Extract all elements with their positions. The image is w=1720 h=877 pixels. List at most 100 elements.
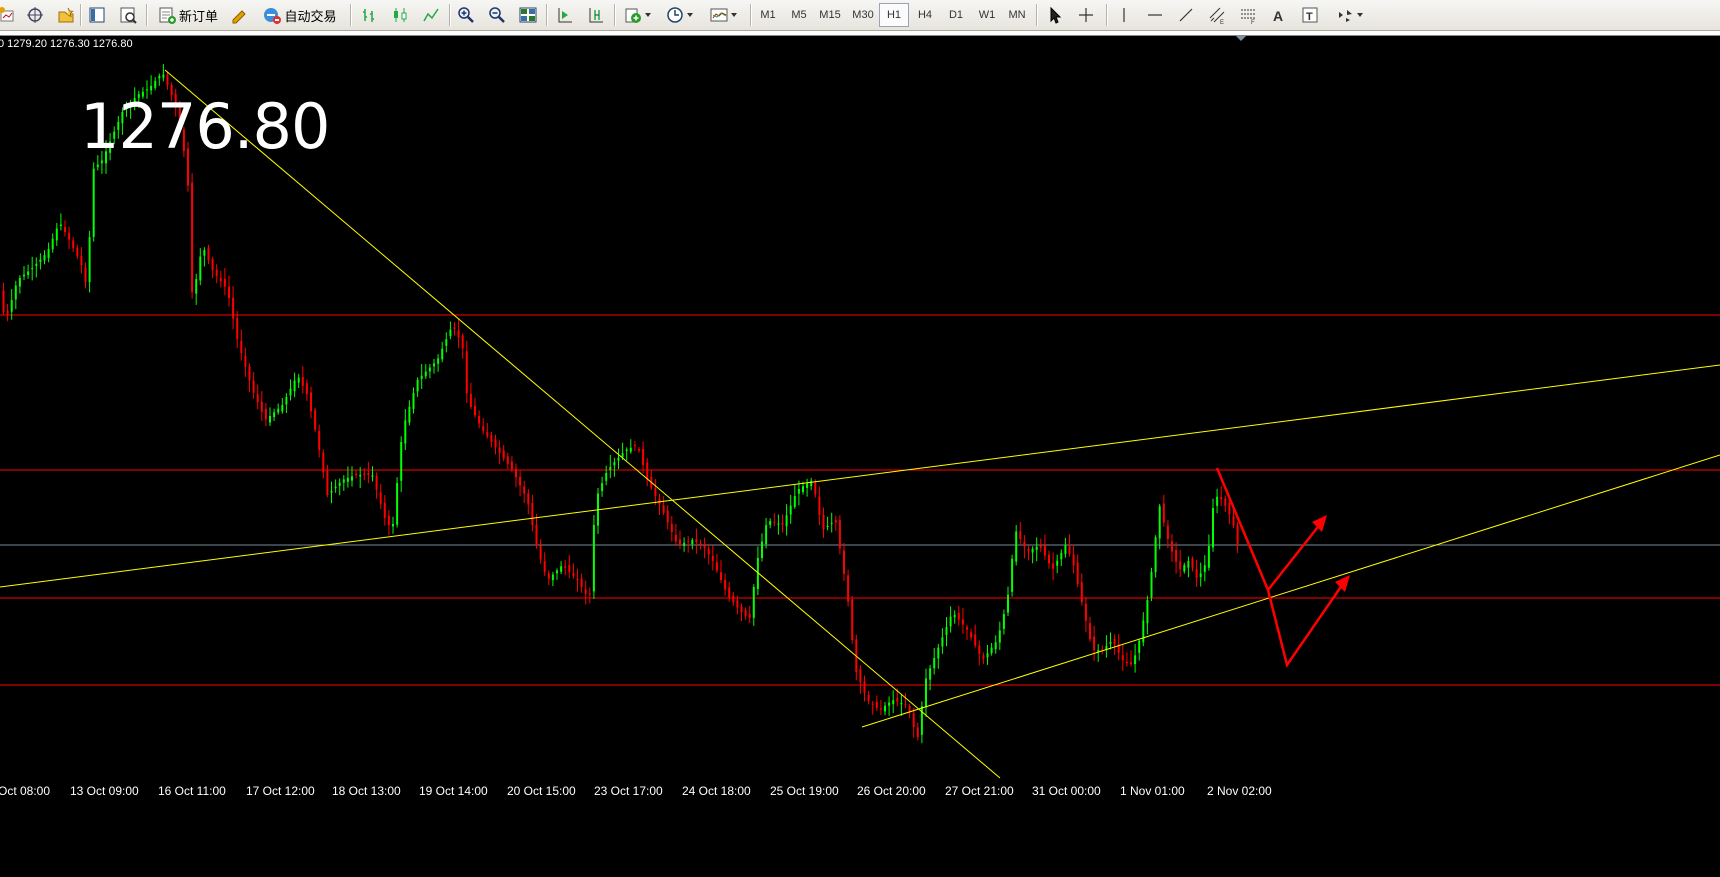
candle-body <box>1191 558 1194 568</box>
candle-body <box>478 415 481 424</box>
candle-body <box>449 329 452 337</box>
crosshair-icon[interactable] <box>1073 3 1099 27</box>
svg-text:A: A <box>1273 8 1283 24</box>
chart-shift-icon[interactable] <box>583 3 609 27</box>
candlestick-icon[interactable] <box>387 3 413 27</box>
candle-body <box>752 587 755 618</box>
candle-body <box>543 561 546 572</box>
candle-body <box>1043 545 1046 556</box>
candle-body <box>1228 502 1231 514</box>
zoom-in-icon[interactable] <box>453 3 479 27</box>
timeframe-m15-button[interactable]: M15 <box>815 3 845 27</box>
zoom-out-icon[interactable] <box>484 3 510 27</box>
line-chart-icon[interactable] <box>418 3 444 27</box>
ohlc-readout: 0 1279.20 1276.30 1276.80 <box>0 38 133 50</box>
text-icon[interactable]: A <box>1266 3 1292 27</box>
timeframe-h1-button[interactable]: H1 <box>879 3 909 27</box>
new-order-button[interactable]: 新订单 <box>152 3 224 27</box>
timeframe-m30-button[interactable]: M30 <box>848 3 878 27</box>
horizontal-line-icon[interactable] <box>1142 3 1168 27</box>
candle-body <box>601 483 604 492</box>
candle-body <box>736 600 739 608</box>
timeframe-h4-button[interactable]: H4 <box>910 3 940 27</box>
candle-body <box>929 668 932 680</box>
new-chart-icon[interactable] <box>0 3 20 27</box>
timeframe-m1-button[interactable]: M1 <box>753 3 783 27</box>
templates-icon[interactable] <box>704 3 744 27</box>
periods-icon[interactable] <box>662 3 698 27</box>
timeframe-d1-button[interactable]: D1 <box>941 3 971 27</box>
auto-trading-button[interactable]: 自动交易 <box>256 3 344 27</box>
candle-body <box>437 358 440 364</box>
candle-body <box>342 479 345 483</box>
arrows-icon[interactable] <box>1330 3 1370 27</box>
candle-body <box>564 566 567 568</box>
time-axis-label: 18 Oct 13:00 <box>332 784 401 798</box>
candle-body <box>769 520 772 526</box>
candle-body <box>875 701 878 708</box>
candle-body <box>1052 563 1055 569</box>
candle-body <box>260 401 263 412</box>
indicators-icon[interactable] <box>620 3 656 27</box>
candle-body <box>1089 623 1091 640</box>
candle-body <box>371 475 374 477</box>
candle-body <box>941 637 944 647</box>
timeframe-w1-button[interactable]: W1 <box>972 3 1002 27</box>
candle-body <box>1171 541 1173 552</box>
candle-body <box>482 426 485 432</box>
candle-body <box>822 514 825 530</box>
navigator-icon[interactable] <box>84 3 110 27</box>
candle-body <box>445 339 448 346</box>
candle-body <box>949 616 952 627</box>
candle-body <box>199 256 202 281</box>
candle-body <box>633 444 636 447</box>
profiles-icon[interactable] <box>53 3 79 27</box>
vertical-line-icon[interactable] <box>1111 3 1137 27</box>
bar-chart-icon[interactable] <box>356 3 382 27</box>
candle-body <box>744 610 747 617</box>
candle-body <box>551 574 554 581</box>
candle-body <box>387 515 390 525</box>
candle-body <box>355 473 358 475</box>
fibonacci-icon[interactable]: F <box>1235 3 1261 27</box>
candle-body <box>638 449 640 451</box>
candle-body <box>515 468 517 478</box>
timeframe-mn-button[interactable]: MN <box>1002 3 1032 27</box>
cursor-icon[interactable] <box>1042 3 1068 27</box>
candle-body <box>642 448 645 465</box>
tile-windows-icon[interactable] <box>515 3 541 27</box>
trendline-icon[interactable] <box>1173 3 1199 27</box>
new-order-label: 新订单 <box>178 9 218 25</box>
autoscroll-icon[interactable] <box>552 3 578 27</box>
candle-body <box>223 278 226 287</box>
move-icon[interactable] <box>22 3 48 27</box>
candle-body <box>400 442 403 481</box>
candle-body <box>68 232 71 240</box>
candle-body <box>892 700 895 705</box>
candle-body <box>535 524 538 546</box>
candle-body <box>236 317 239 339</box>
data-window-icon[interactable] <box>115 3 141 27</box>
toolbar-separator <box>146 4 147 26</box>
candle-body <box>691 540 694 545</box>
candle-body <box>904 704 907 706</box>
text-label-icon[interactable]: T <box>1297 3 1323 27</box>
metaeditor-icon[interactable] <box>226 3 252 27</box>
candle-body <box>1130 662 1132 665</box>
timeframe-m5-button[interactable]: M5 <box>784 3 814 27</box>
candle-body <box>826 526 829 527</box>
candle-body <box>1068 545 1071 554</box>
candle-body <box>502 450 505 459</box>
candle-body <box>810 480 813 487</box>
candle-body <box>670 523 673 532</box>
candle-body <box>88 237 91 283</box>
candle-body <box>363 473 366 475</box>
candle-body <box>35 263 38 266</box>
candle-body <box>978 645 981 654</box>
equidistant-channel-icon[interactable]: E <box>1204 3 1230 27</box>
candle-body <box>162 74 165 78</box>
chart-shift-marker <box>1236 36 1246 41</box>
candle-body <box>720 572 722 581</box>
candle-body <box>674 534 677 542</box>
candle-body <box>715 562 718 571</box>
